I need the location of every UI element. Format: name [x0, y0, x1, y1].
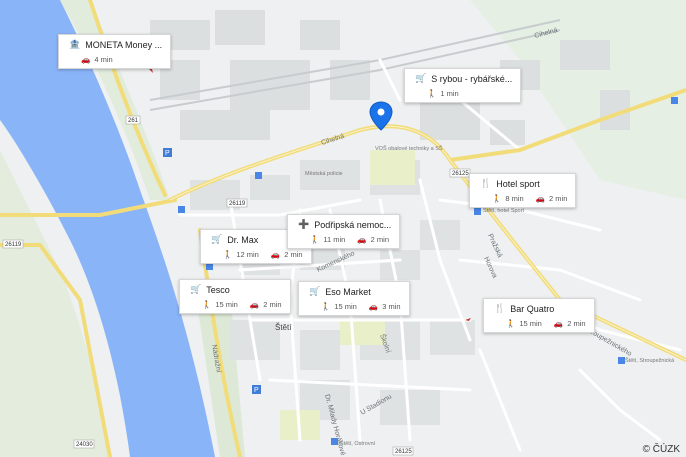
poi-time: 1 min [440, 89, 459, 98]
copyright-text: © ČÚZK [642, 444, 680, 455]
poi-car-time: 2 min [549, 194, 568, 203]
poi-car-time: 3 min [382, 302, 401, 311]
road-number: 24030 [76, 442, 93, 448]
poi-podripska[interactable]: ➕ Podřipská nemoc... 🚶 11 min 🚗 2 min [287, 214, 401, 249]
poi-walk-time: 11 min [323, 235, 346, 244]
walk-icon: 🚶 [202, 300, 212, 309]
bank-icon: 🏦 [69, 39, 81, 49]
poi-name: MONETA Money ... [85, 39, 163, 50]
shopping-cart-icon: 🛒 [211, 234, 223, 244]
car-icon: 🚗 [270, 250, 281, 259]
poi-walk-time: 8 min [505, 194, 524, 203]
car-icon: 🚗 [535, 194, 546, 203]
car-icon: 🚗 [249, 300, 260, 309]
poi-name: Tesco [206, 284, 230, 295]
poi-name: Eso Market [325, 286, 371, 297]
poi-s-rybou[interactable]: 🛒 S rybou - rybářské... 🚶 1 min [404, 68, 522, 103]
car-icon: 🚗 [368, 302, 379, 311]
svg-text:P: P [165, 150, 170, 157]
town-label: Štětí [275, 323, 292, 332]
place-label: Štětí, hotel Sport [483, 207, 524, 214]
poi-hotel-sport[interactable]: 🍴 Hotel sport 🚶 8 min 🚗 2 min [469, 173, 577, 208]
walk-icon: 🚶 [321, 302, 331, 311]
place-label: Štětí, Stroupežnická [625, 357, 675, 364]
car-icon: 🚗 [357, 235, 367, 244]
road-number: 261 [128, 118, 139, 124]
poi-tesco[interactable]: 🛒 Tesco 🚶 15 min 🚗 2 min [179, 279, 291, 314]
poi-moneta[interactable]: 🏦 MONETA Money ... 🚗 4 min [58, 34, 172, 69]
poi-bar-quatro[interactable]: 🍴 Bar Quatro 🚶 15 min 🚗 2 min [483, 298, 595, 333]
walk-icon: 🚶 [492, 194, 502, 203]
walk-icon: 🚶 [506, 319, 516, 328]
poi-name: Dr. Max [227, 234, 259, 245]
shopping-cart-icon: 🛒 [190, 284, 202, 294]
poi-car-time: 2 min [284, 250, 303, 259]
road-number: 26119 [229, 201, 246, 207]
poi-car-time: 2 min [567, 319, 586, 328]
poi-name: S rybou - rybářské... [431, 73, 513, 84]
car-icon: 🚗 [81, 55, 91, 64]
place-label: Štětí, Ostrovní [340, 440, 376, 447]
walk-icon: 🚶 [427, 89, 437, 98]
poi-name: Hotel sport [496, 178, 540, 189]
road-number: 26119 [5, 242, 22, 248]
hospital-icon: ➕ [298, 219, 310, 229]
restaurant-icon: 🍴 [480, 178, 492, 188]
place-label: VOŠ obalové techniky a SŠ [375, 145, 443, 152]
walk-icon: 🚶 [223, 250, 233, 259]
place-label: Městská policie [305, 171, 343, 177]
road-number: 26125 [395, 449, 412, 455]
poi-walk-time: 15 min [334, 302, 357, 311]
poi-time: 4 min [94, 55, 113, 64]
poi-eso-market[interactable]: 🛒 Eso Market 🚶 15 min 🚗 3 min [298, 281, 410, 316]
poi-walk-time: 15 min [215, 300, 238, 309]
poi-name: Bar Quatro [510, 303, 555, 314]
poi-walk-time: 12 min [236, 250, 259, 259]
shopping-cart-icon: 🛒 [309, 286, 321, 296]
restaurant-icon: 🍴 [494, 303, 506, 313]
walk-icon: 🚶 [310, 235, 320, 244]
shopping-cart-icon: 🛒 [415, 73, 427, 83]
poi-name: Podřipská nemoc... [314, 219, 392, 230]
road-number: 26125 [452, 171, 469, 177]
poi-walk-time: 15 min [519, 319, 542, 328]
poi-car-time: 2 min [370, 235, 389, 244]
svg-text:P: P [254, 387, 259, 394]
car-icon: 🚗 [553, 319, 564, 328]
poi-car-time: 2 min [263, 300, 282, 309]
park-area [370, 150, 415, 185]
